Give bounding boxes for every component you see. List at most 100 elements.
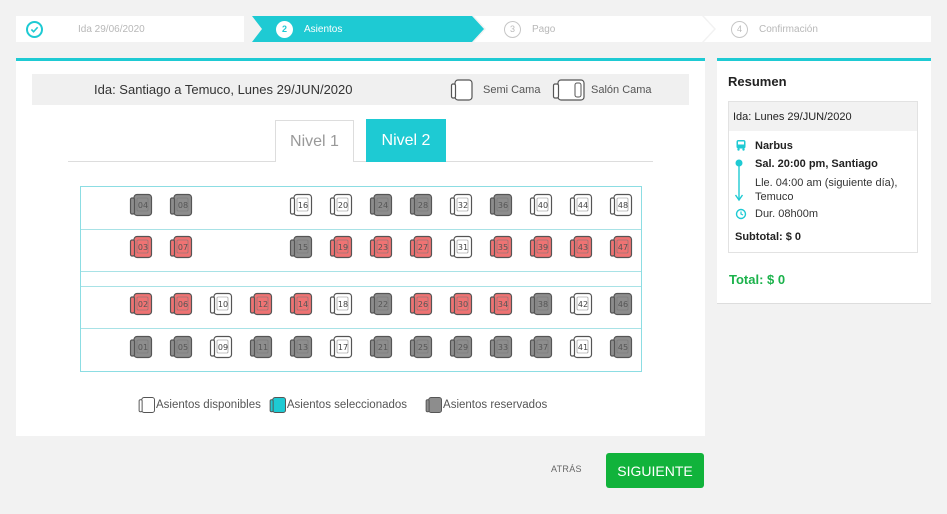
tab-nivel-2[interactable]: Nivel 2 bbox=[366, 119, 446, 162]
summary-panel: Resumen Ida: Lunes 29/JUN/2020 Narbus Sa… bbox=[717, 58, 931, 304]
seat-number: 12 bbox=[257, 300, 269, 309]
seat-47: 47 bbox=[609, 235, 633, 259]
seat-31[interactable]: 31 bbox=[449, 235, 473, 259]
seat-04: 04 bbox=[129, 193, 153, 217]
subtotal-text: Subtotal: $ 0 bbox=[735, 231, 802, 243]
seat-number: 07 bbox=[177, 243, 189, 252]
route-line-icon bbox=[735, 159, 744, 202]
seat-48[interactable]: 48 bbox=[609, 193, 633, 217]
salon-cama-label: Salón Cama bbox=[591, 83, 652, 96]
seat-10[interactable]: 10 bbox=[209, 292, 233, 316]
seat-07: 07 bbox=[169, 235, 193, 259]
step-label: Pago bbox=[532, 23, 556, 35]
seat-number: 18 bbox=[337, 300, 349, 309]
seat-44[interactable]: 44 bbox=[569, 193, 593, 217]
step-asientos[interactable]: 2 Asientos bbox=[252, 16, 484, 42]
legend-available: Asientos disponibles bbox=[138, 395, 261, 415]
seat-number: 21 bbox=[377, 343, 389, 352]
seat-number: 17 bbox=[337, 343, 349, 352]
legend-reserved: Asientos reservados bbox=[425, 395, 547, 415]
seat-16[interactable]: 16 bbox=[289, 193, 313, 217]
seat-03: 03 bbox=[129, 235, 153, 259]
summary-title: Resumen bbox=[728, 74, 787, 89]
seat-41[interactable]: 41 bbox=[569, 335, 593, 359]
seat-number: 03 bbox=[137, 243, 149, 252]
step-pago[interactable]: 3 Pago bbox=[474, 16, 714, 42]
seat-number: 45 bbox=[617, 343, 629, 352]
seat-21: 21 bbox=[369, 335, 393, 359]
seat-number: 41 bbox=[577, 343, 589, 352]
seat-number: 19 bbox=[337, 243, 349, 252]
seat-32[interactable]: 32 bbox=[449, 193, 473, 217]
seat-17[interactable]: 17 bbox=[329, 335, 353, 359]
seat-28: 28 bbox=[409, 193, 433, 217]
duration-text: Dur. 08h00m bbox=[755, 208, 818, 220]
seat-14: 14 bbox=[289, 292, 313, 316]
seat-number: 13 bbox=[297, 343, 309, 352]
seat-08: 08 bbox=[169, 193, 193, 217]
check-icon bbox=[26, 20, 43, 38]
seat-15: 15 bbox=[289, 235, 313, 259]
seat-number: 44 bbox=[577, 201, 589, 210]
row-divider bbox=[81, 229, 641, 230]
seat-number: 02 bbox=[137, 300, 149, 309]
salon-cama-seat-icon bbox=[552, 78, 585, 101]
seat-40[interactable]: 40 bbox=[529, 193, 553, 217]
total-text: Total: $ 0 bbox=[729, 272, 786, 287]
seat-18[interactable]: 18 bbox=[329, 292, 353, 316]
seat-map: 04 08 16 20 24 28 32 36 40 44 48 03 07 15 19 23 27 31 35 39… bbox=[80, 186, 642, 372]
salon-cama-legend: Salón Cama bbox=[552, 78, 652, 102]
seat-43: 43 bbox=[569, 235, 593, 259]
seat-number: 01 bbox=[137, 343, 149, 352]
seat-number: 27 bbox=[417, 243, 429, 252]
available-seat-icon bbox=[138, 397, 155, 413]
progress-steps: Ida 29/06/2020 2 Asientos 3 Pago 4 Confi… bbox=[16, 16, 931, 42]
seat-09[interactable]: 09 bbox=[209, 335, 233, 359]
seat-number: 05 bbox=[177, 343, 189, 352]
seat-number: 37 bbox=[537, 343, 549, 352]
seat-19: 19 bbox=[329, 235, 353, 259]
seat-number: 25 bbox=[417, 343, 429, 352]
seat-45: 45 bbox=[609, 335, 633, 359]
arrival-text: Lle. 04:00 am (siguiente día), bbox=[755, 177, 898, 189]
seat-30: 30 bbox=[449, 292, 473, 316]
semi-cama-legend: Semi Cama bbox=[450, 78, 540, 102]
seat-number: 46 bbox=[617, 300, 629, 309]
seat-38: 38 bbox=[529, 292, 553, 316]
tab-nivel-1[interactable]: Nivel 1 bbox=[275, 120, 354, 162]
seat-number: 36 bbox=[497, 201, 509, 210]
company-name: Narbus bbox=[755, 140, 793, 152]
seat-number: 22 bbox=[377, 300, 389, 309]
step-number: 4 bbox=[731, 20, 748, 38]
seat-number: 15 bbox=[297, 243, 309, 252]
seat-number: 14 bbox=[297, 300, 309, 309]
seat-12: 12 bbox=[249, 292, 273, 316]
trip-title: Ida: Santiago a Temuco, Lunes 29/JUN/202… bbox=[94, 82, 353, 97]
seat-number: 31 bbox=[457, 243, 469, 252]
legend-selected: Asientos seleccionados bbox=[269, 395, 407, 415]
seat-number: 34 bbox=[497, 300, 509, 309]
seat-number: 26 bbox=[417, 300, 429, 309]
seat-legend: Asientos disponibles Asientos selecciona… bbox=[138, 395, 553, 415]
next-button[interactable]: SIGUIENTE bbox=[606, 453, 704, 488]
seat-number: 08 bbox=[177, 201, 189, 210]
seat-number: 28 bbox=[417, 201, 429, 210]
trip-header: Ida: Santiago a Temuco, Lunes 29/JUN/202… bbox=[32, 74, 689, 105]
step-confirmacion[interactable]: 4 Confirmación bbox=[704, 16, 931, 42]
seat-number: 04 bbox=[137, 201, 149, 210]
summary-date: Ida: Lunes 29/JUN/2020 bbox=[729, 102, 917, 131]
seat-number: 23 bbox=[377, 243, 389, 252]
seat-13: 13 bbox=[289, 335, 313, 359]
step-ida[interactable]: Ida 29/06/2020 bbox=[16, 16, 244, 42]
level-tabs: Nivel 1 Nivel 2 bbox=[68, 119, 653, 162]
seat-06: 06 bbox=[169, 292, 193, 316]
clock-icon bbox=[735, 208, 747, 220]
seat-number: 32 bbox=[457, 201, 469, 210]
seat-42[interactable]: 42 bbox=[569, 292, 593, 316]
seat-20[interactable]: 20 bbox=[329, 193, 353, 217]
seat-number: 10 bbox=[217, 300, 229, 309]
seat-26: 26 bbox=[409, 292, 433, 316]
seat-number: 38 bbox=[537, 300, 549, 309]
back-button[interactable]: ATRÁS bbox=[551, 464, 582, 474]
seat-number: 11 bbox=[257, 343, 269, 352]
